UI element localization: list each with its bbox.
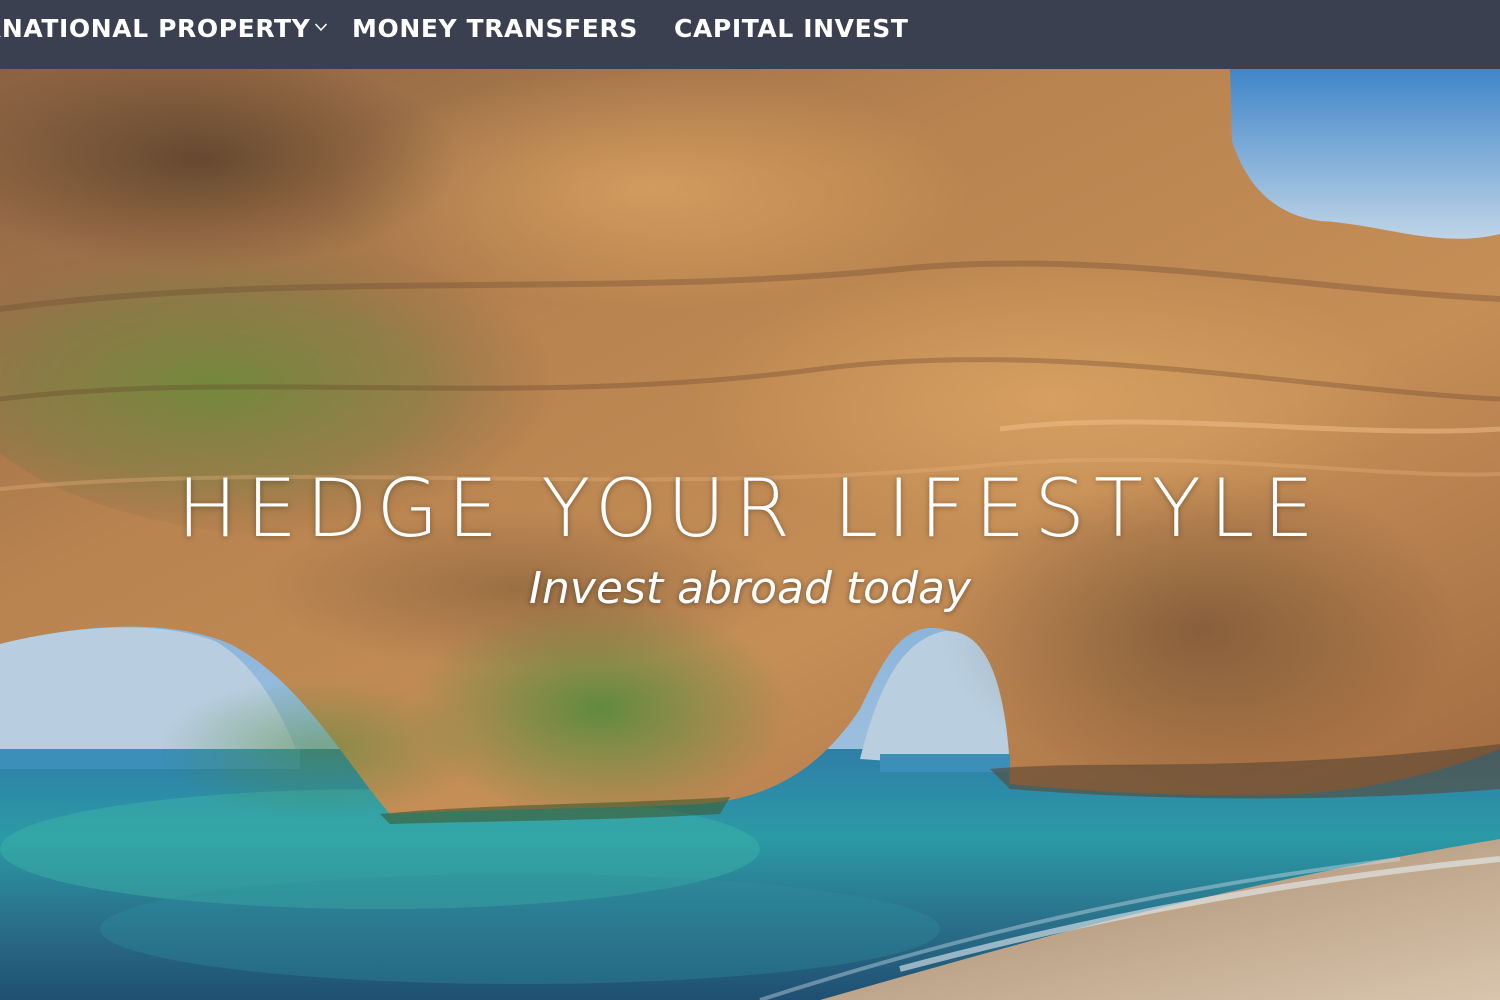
nav-item-label: CAPITAL INVEST [674,14,909,43]
hero-title: HEDGE YOUR LIFESTYLE [177,462,1323,555]
hero-subtitle: Invest abroad today [528,563,972,614]
hero-banner: HEDGE YOUR LIFESTYLE Invest abroad today [0,69,1500,1000]
top-nav: RNATIONAL PROPERTY MONEY TRANSFERS CAPIT… [0,0,1500,69]
chevron-down-icon[interactable] [314,20,328,34]
nav-item-international-property[interactable]: RNATIONAL PROPERTY [0,0,328,58]
nav-item-money-transfers[interactable]: MONEY TRANSFERS [352,0,638,58]
nav-item-label: MONEY TRANSFERS [352,14,638,43]
page: RNATIONAL PROPERTY MONEY TRANSFERS CAPIT… [0,0,1500,1000]
nav-item-capital-invest[interactable]: CAPITAL INVEST [674,0,909,58]
nav-item-label: RNATIONAL PROPERTY [0,14,311,43]
